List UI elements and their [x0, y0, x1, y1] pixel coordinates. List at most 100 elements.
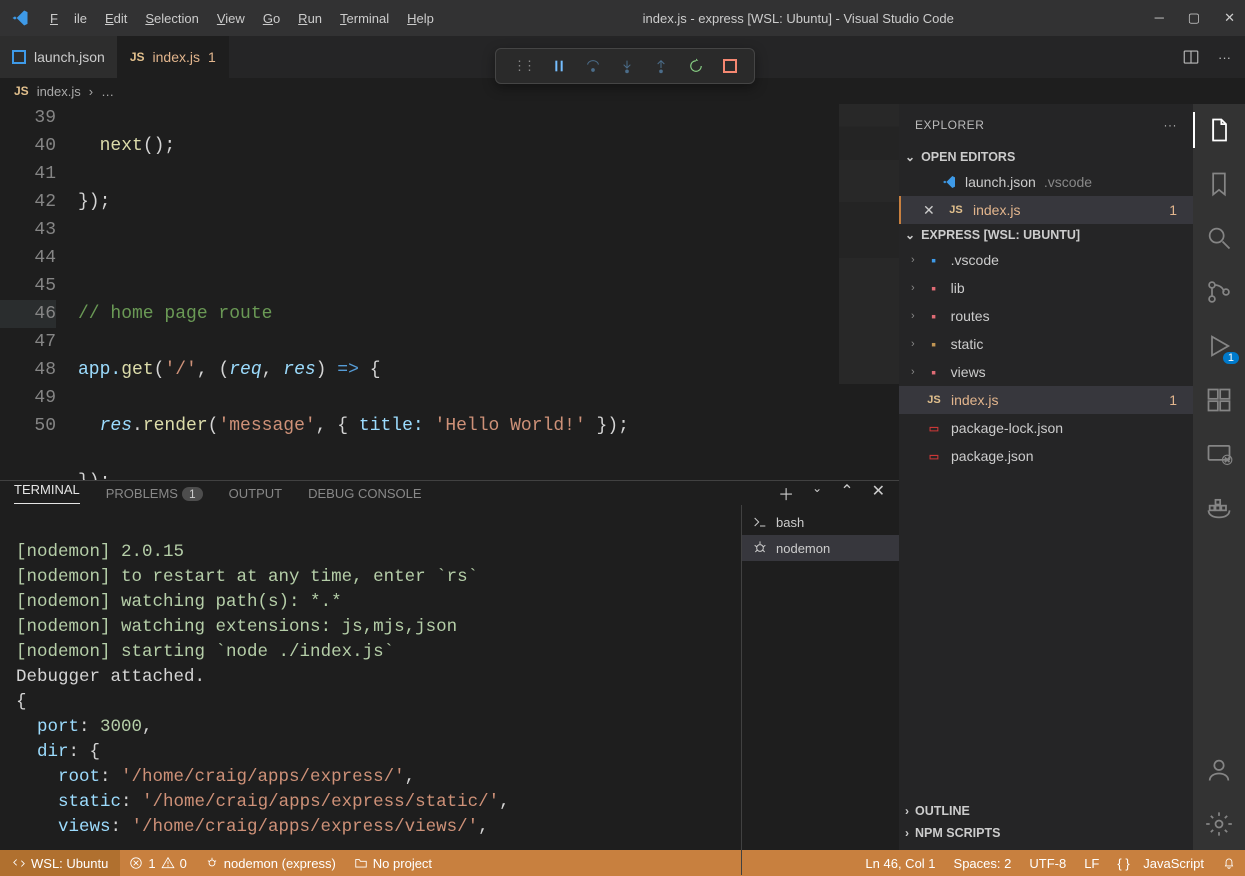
panel-tab-debug-console[interactable]: DEBUG CONSOLE [308, 486, 421, 501]
folder-icon: ▪ [925, 280, 943, 296]
file-package-lock[interactable]: ▭package-lock.json [899, 414, 1193, 442]
activity-account[interactable] [1205, 756, 1233, 784]
breadcrumb-more[interactable]: … [101, 84, 114, 99]
folder-routes[interactable]: ›▪routes [899, 302, 1193, 330]
js-file-icon: JS [947, 204, 965, 216]
terminal-item-nodemon[interactable]: nodemon [742, 535, 899, 561]
chevron-down-icon: ⌄ [905, 150, 915, 164]
panel-tab-output[interactable]: OUTPUT [229, 486, 282, 501]
terminal-list: bash nodemon [741, 505, 899, 875]
folder-views[interactable]: ›▪views [899, 358, 1193, 386]
minimap[interactable] [839, 104, 899, 384]
chevron-down-icon: ⌄ [905, 228, 915, 242]
debug-badge: 1 [1223, 352, 1239, 364]
breadcrumb-separator: › [89, 84, 93, 99]
minimize-button[interactable]: ─ [1155, 10, 1164, 26]
close-icon[interactable]: ✕ [923, 202, 939, 219]
menu-view[interactable]: View [209, 7, 253, 30]
step-into-icon[interactable] [619, 58, 635, 74]
terminal-item-label: bash [776, 515, 804, 530]
new-terminal-icon[interactable]: ＋ [778, 481, 794, 505]
folder-static[interactable]: ›▪static [899, 330, 1193, 358]
activity-search[interactable] [1205, 224, 1233, 252]
section-project[interactable]: ⌄ EXPRESS [WSL: UBUNTU] [899, 224, 1193, 246]
terminal-item-bash[interactable]: bash [742, 509, 899, 535]
activity-remote[interactable] [1205, 440, 1233, 468]
panel-tab-problems[interactable]: PROBLEMS1 [106, 486, 203, 501]
stop-icon[interactable] [723, 59, 737, 73]
terminal-output[interactable]: [nodemon] 2.0.15 [nodemon] to restart at… [0, 505, 741, 875]
pause-icon[interactable] [551, 58, 567, 74]
open-editor-index-js[interactable]: ✕ JS index.js 1 [899, 196, 1193, 224]
menu-file[interactable]: File [42, 7, 95, 30]
npm-file-icon: ▭ [925, 422, 943, 435]
panel-tab-terminal[interactable]: TERMINAL [14, 482, 80, 504]
tab-launch-json[interactable]: launch.json [0, 36, 118, 78]
status-eol[interactable]: LF [1075, 850, 1108, 876]
file-index-js[interactable]: JSindex.js1 [899, 386, 1193, 414]
debug-toolbar[interactable]: ⋮⋮ [495, 48, 755, 84]
open-editor-launch-json[interactable]: launch.json .vscode [899, 168, 1193, 196]
close-button[interactable]: ✕ [1224, 10, 1235, 26]
status-project[interactable]: No project [345, 850, 441, 876]
menu-help[interactable]: Help [399, 7, 442, 30]
section-npm-scripts[interactable]: ›NPM SCRIPTS [899, 822, 1193, 844]
drag-grip-icon[interactable]: ⋮⋮ [513, 58, 533, 74]
js-file-icon: JS [925, 394, 943, 406]
terminal-dropdown-icon[interactable]: ⌄ [812, 481, 822, 505]
chevron-right-icon: › [905, 826, 909, 840]
tab-index-js[interactable]: JS index.js 1 [118, 36, 229, 78]
activity-extensions[interactable] [1205, 386, 1233, 414]
activity-bar: 1 [1193, 104, 1245, 850]
step-out-icon[interactable] [653, 58, 669, 74]
section-open-editors[interactable]: ⌄ OPEN EDITORS [899, 146, 1193, 168]
activity-source-control[interactable] [1205, 278, 1233, 306]
chevron-right-icon: › [905, 804, 909, 818]
bottom-panel: TERMINAL PROBLEMS1 OUTPUT DEBUG CONSOLE … [0, 480, 899, 850]
maximize-button[interactable]: ▢ [1188, 10, 1200, 26]
file-package-json[interactable]: ▭package.json [899, 442, 1193, 470]
step-over-icon[interactable] [585, 58, 601, 74]
folder-lib[interactable]: ›▪lib [899, 274, 1193, 302]
vscode-logo-icon [10, 8, 30, 28]
line-gutter: 394041 424344 454647 484950 [0, 104, 78, 480]
maximize-panel-icon[interactable]: ⌃ [840, 481, 853, 505]
menu-run[interactable]: Run [290, 7, 330, 30]
status-cursor[interactable]: Ln 46, Col 1 [856, 850, 944, 876]
menu-go[interactable]: Go [255, 7, 288, 30]
restart-icon[interactable] [687, 57, 705, 75]
explorer-sidebar: EXPLORER ··· ⌄ OPEN EDITORS launch.json … [899, 104, 1193, 850]
activity-bookmarks[interactable] [1205, 170, 1233, 198]
activity-run-debug[interactable]: 1 [1205, 332, 1233, 360]
section-outline[interactable]: ›OUTLINE [899, 800, 1193, 822]
status-debug-target[interactable]: nodemon (express) [196, 850, 345, 876]
folder-icon: ▪ [925, 308, 943, 324]
code-content[interactable]: next(); }); // home page route app.get('… [78, 104, 899, 480]
status-errors[interactable]: 1 0 [120, 850, 195, 876]
vscode-file-icon [12, 50, 26, 64]
status-language[interactable]: { } JavaScript [1108, 850, 1213, 876]
menu-selection[interactable]: Selection [137, 7, 206, 30]
menu-bar: File Edit Selection View Go Run Terminal… [42, 7, 442, 30]
npm-file-icon: ▭ [925, 450, 943, 463]
menu-terminal[interactable]: Terminal [332, 7, 397, 30]
code-editor[interactable]: 394041 424344 454647 484950 next(); }); … [0, 104, 899, 480]
activity-explorer[interactable] [1205, 116, 1233, 144]
menu-edit[interactable]: Edit [97, 7, 135, 30]
folder-vscode[interactable]: ›▪.vscode [899, 246, 1193, 274]
status-encoding[interactable]: UTF-8 [1020, 850, 1075, 876]
activity-docker[interactable] [1205, 494, 1233, 522]
explorer-more-icon[interactable]: ··· [1164, 118, 1178, 132]
tab-label: launch.json [34, 49, 105, 65]
status-spaces[interactable]: Spaces: 2 [945, 850, 1021, 876]
more-actions-icon[interactable]: ··· [1218, 50, 1231, 65]
status-notifications[interactable] [1213, 850, 1245, 876]
status-remote[interactable]: WSL: Ubuntu [0, 850, 120, 876]
split-editor-icon[interactable] [1182, 48, 1200, 66]
close-panel-icon[interactable]: ✕ [872, 481, 885, 505]
terminal-item-label: nodemon [776, 541, 830, 556]
js-file-icon: JS [130, 50, 145, 64]
activity-settings[interactable] [1205, 810, 1233, 838]
folder-icon: ▪ [925, 336, 943, 352]
breadcrumb-file[interactable]: index.js [37, 84, 81, 99]
